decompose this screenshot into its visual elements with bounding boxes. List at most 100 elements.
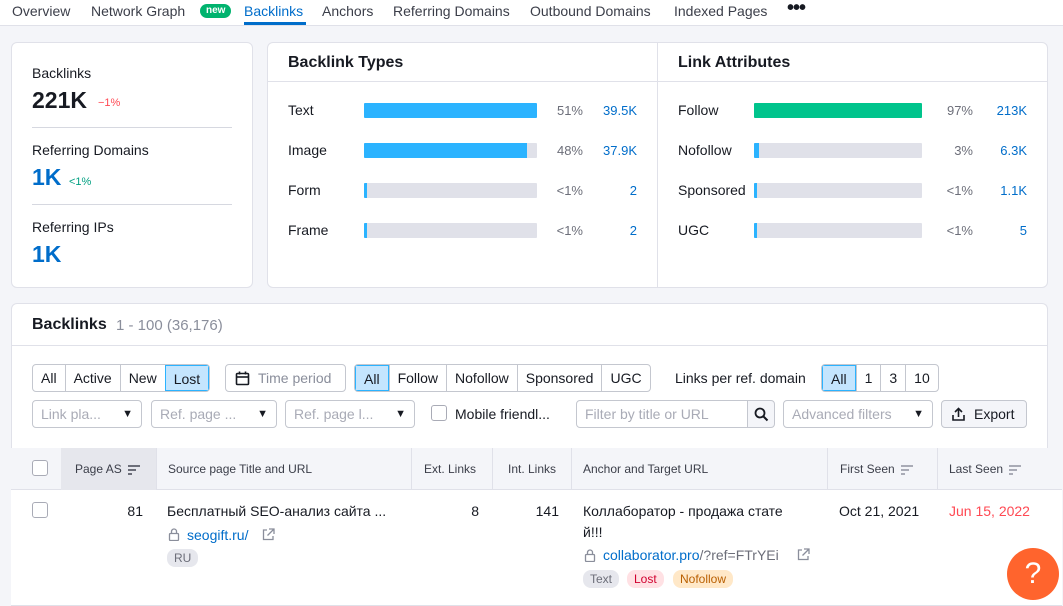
attr-nofollow[interactable]: Nofollow (446, 365, 517, 391)
bar-percent: 97% (946, 103, 973, 118)
bar-label: Image (288, 142, 327, 158)
advanced-filters-label: Advanced filters (792, 406, 892, 422)
col-first-seen[interactable]: First Seen (840, 448, 913, 490)
time-period-button[interactable]: Time period (225, 364, 346, 392)
lock-icon (168, 528, 180, 541)
lpd-1[interactable]: 1 (855, 365, 881, 391)
bar-count[interactable]: 2 (589, 223, 637, 238)
select-value: Link pla... (41, 406, 101, 422)
bar-count[interactable]: 39.5K (589, 103, 637, 118)
summary-card: Backlinks 221K −1% Referring Domains 1K … (11, 42, 253, 288)
filter-all[interactable]: All (33, 365, 65, 391)
lpd-10[interactable]: 10 (905, 365, 938, 391)
bar-count[interactable]: 1.1K (979, 183, 1027, 198)
tab-overview[interactable]: Overview (12, 3, 70, 19)
bar-percent: 51% (556, 103, 583, 118)
filter-active[interactable]: Active (64, 365, 120, 391)
mobile-friendly-checkbox[interactable] (431, 405, 447, 421)
select-value: Ref. page ... (160, 406, 237, 422)
bar-fill (364, 223, 367, 238)
col-label: First Seen (840, 462, 895, 476)
ref-page-lang-select[interactable]: Ref. page l... ▼ (285, 400, 415, 428)
time-period-label: Time period (258, 370, 332, 386)
ref-page-select[interactable]: Ref. page ... ▼ (151, 400, 277, 428)
export-button[interactable]: Export (941, 400, 1027, 428)
bar-track (364, 223, 537, 238)
ext-links-value[interactable]: 8 (431, 503, 479, 519)
attr-all[interactable]: All (355, 365, 389, 391)
last-seen-value: Jun 15, 2022 (949, 503, 1030, 519)
new-badge: new (200, 4, 232, 18)
first-seen-value: Oct 21, 2021 (839, 503, 920, 519)
referring-domains-value[interactable]: 1K (32, 164, 61, 191)
attr-ugc[interactable]: UGC (601, 365, 649, 391)
bar-fill (754, 223, 757, 238)
backlinks-value[interactable]: 221K (32, 87, 87, 114)
tab-outbound-domains[interactable]: Outbound Domains (530, 3, 651, 19)
lpd-all[interactable]: All (822, 365, 856, 391)
more-tabs-icon[interactable]: ••• (787, 0, 806, 20)
column-separator (937, 448, 938, 490)
col-int-links[interactable]: Int. Links (508, 448, 556, 490)
search-button[interactable] (747, 400, 775, 428)
bar-count[interactable]: 5 (979, 223, 1027, 238)
tab-indexed-pages[interactable]: Indexed Pages (674, 3, 767, 19)
filter-lost[interactable]: Lost (164, 365, 210, 391)
lpd-3[interactable]: 3 (880, 365, 905, 391)
tab-network-graph[interactable]: Network Graph (91, 3, 185, 19)
col-last-seen[interactable]: Last Seen (949, 448, 1022, 490)
bar-track (754, 183, 922, 198)
bar-count[interactable]: 2 (589, 183, 637, 198)
bar-percent: 3% (954, 143, 973, 158)
table-title: Backlinks (32, 316, 107, 333)
bar-percent: <1% (946, 223, 973, 238)
panel-separator (657, 43, 658, 287)
search-icon (754, 407, 769, 422)
backlink-types-title: Backlink Types (288, 54, 404, 71)
calendar-icon (235, 371, 250, 386)
tag-lost: Lost (627, 570, 664, 588)
backlinks-label: Backlinks (32, 65, 92, 81)
bar-fill (364, 183, 367, 198)
top-nav: Overview Network Graph new Backlinks Anc… (0, 0, 1063, 26)
filter-title-url-input[interactable]: Filter by title or URL (576, 400, 748, 428)
target-url-link[interactable]: collaborator.pro/?ref=FTrYEi (603, 547, 779, 563)
bar-label: Sponsored (678, 182, 746, 198)
referring-domains-delta: <1% (69, 176, 92, 188)
bar-track (364, 103, 537, 118)
source-title[interactable]: Бесплатный SEO-анализ сайта ... (167, 503, 386, 519)
bar-count[interactable]: 6.3K (979, 143, 1027, 158)
active-tab-underline (244, 22, 306, 25)
tab-anchors[interactable]: Anchors (322, 3, 373, 19)
bar-percent: <1% (946, 183, 973, 198)
referring-ips-value[interactable]: 1K (32, 241, 61, 268)
col-source-page: Source page Title and URL (168, 462, 313, 476)
divider (32, 204, 232, 205)
attr-sponsored[interactable]: Sponsored (516, 365, 602, 391)
col-ext-links[interactable]: Ext. Links (424, 448, 476, 490)
tag-nofollow: Nofollow (673, 570, 734, 588)
bar-label: Frame (288, 222, 329, 238)
link-placement-select[interactable]: Link pla... ▼ (32, 400, 142, 428)
external-link-icon[interactable] (797, 548, 810, 561)
bar-count[interactable]: 37.9K (589, 143, 637, 158)
bar-fill (364, 103, 537, 118)
col-page-as[interactable]: Page AS (75, 448, 140, 490)
attr-follow[interactable]: Follow (388, 365, 446, 391)
external-link-icon[interactable] (262, 528, 275, 541)
help-button[interactable]: ? (1007, 548, 1059, 600)
chevron-down-icon: ▼ (395, 408, 406, 420)
filter-new[interactable]: New (119, 365, 165, 391)
bar-track (754, 103, 922, 118)
int-links-value[interactable]: 141 (511, 503, 559, 519)
distribution-card: Backlink Types Link Attributes Text 51% 39… (267, 42, 1048, 288)
select-all-checkbox[interactable] (32, 460, 48, 476)
source-url-link[interactable]: seogift.ru/ (187, 527, 248, 543)
tab-backlinks[interactable]: Backlinks (244, 3, 303, 19)
bar-count[interactable]: 213K (979, 103, 1027, 118)
row-checkbox[interactable] (32, 502, 48, 518)
advanced-filters-select[interactable]: Advanced filters ▼ (783, 400, 933, 428)
sort-icon (1009, 464, 1022, 475)
tab-referring-domains[interactable]: Referring Domains (393, 3, 510, 19)
bar-fill (364, 143, 527, 158)
